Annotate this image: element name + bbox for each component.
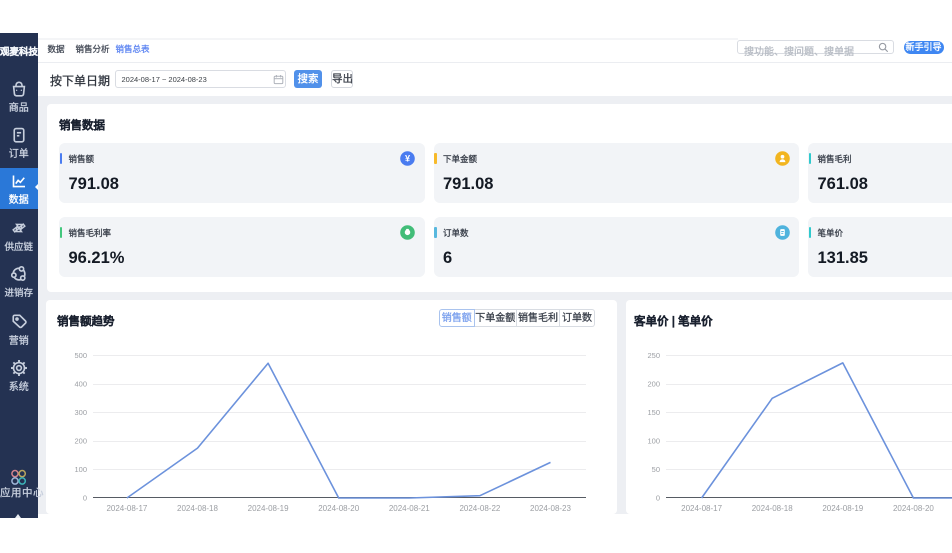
svg-text:¥: ¥	[405, 154, 411, 164]
